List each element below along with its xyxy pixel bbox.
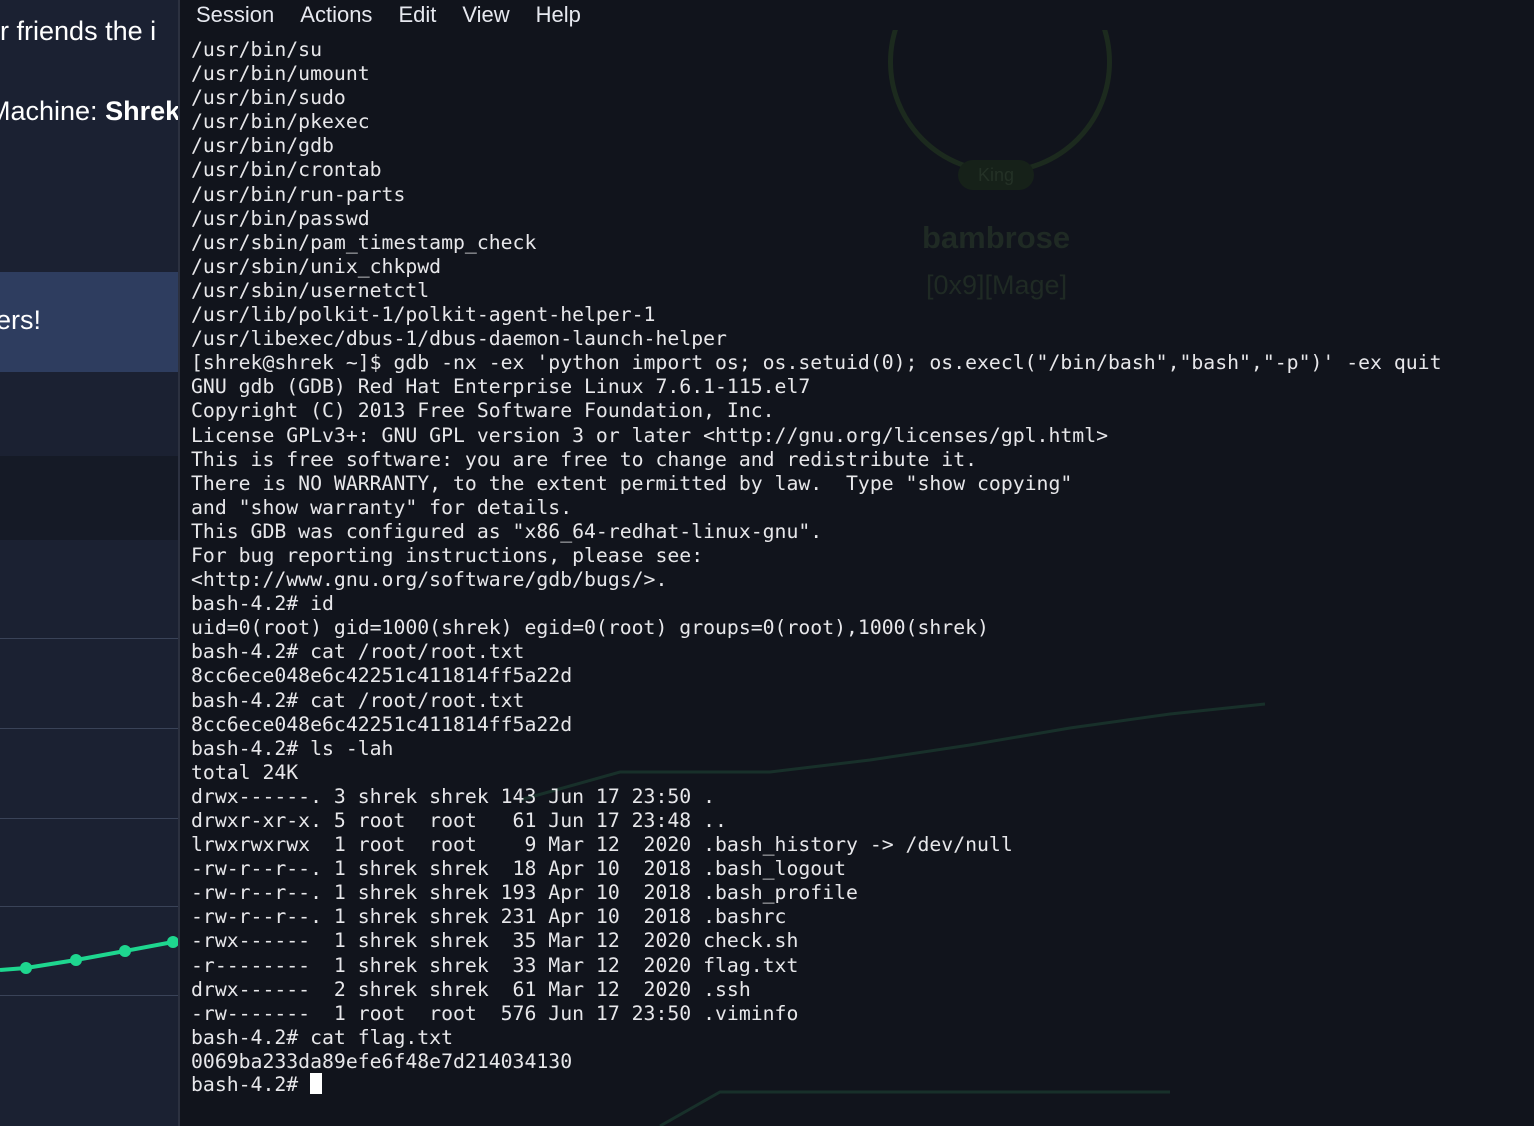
machine-label-prefix: Machine: (0, 96, 98, 126)
graph-point (119, 945, 131, 957)
progress-graph (0, 936, 178, 974)
banner-text: ers! (0, 305, 42, 335)
menu-edit[interactable]: Edit (398, 2, 436, 28)
chart-gridline (0, 728, 178, 729)
text-cursor (310, 1073, 323, 1094)
graph-point (20, 962, 32, 974)
menu-actions[interactable]: Actions (300, 2, 372, 28)
terminal-menubar: Session Actions Edit View Help (180, 0, 1534, 30)
menu-session[interactable]: Session (196, 2, 274, 28)
chart-gridline (0, 818, 178, 819)
background-webpage: our friends the i Machine: Shrek ers! (0, 0, 178, 1126)
machine-name: Shrek (105, 96, 178, 126)
menu-view[interactable]: View (462, 2, 509, 28)
graph-point (70, 954, 82, 966)
page-dark-band (0, 456, 178, 540)
terminal-prompt-line[interactable]: bash-4.2# (191, 1073, 323, 1097)
bg-chart-line (659, 1090, 1170, 1126)
page-intro-text: our friends the i (0, 16, 157, 46)
machine-label: Machine: Shrek (0, 96, 178, 127)
terminal-output: /usr/bin/su /usr/bin/umount /usr/bin/sud… (191, 38, 1442, 1073)
chart-gridline (0, 638, 178, 639)
menu-help[interactable]: Help (536, 2, 581, 28)
graph-point (167, 936, 178, 948)
terminal-window[interactable]: King bambrose [0x9][Mage] Session Action… (178, 0, 1534, 1126)
shell-prompt: bash-4.2# (191, 1073, 311, 1096)
